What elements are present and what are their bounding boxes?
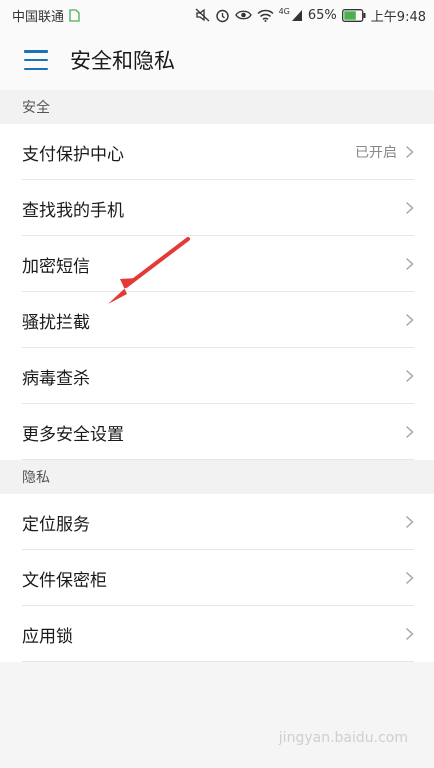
settings-row-label: 骚扰拦截 — [22, 312, 90, 333]
eye-icon — [234, 10, 252, 20]
settings-row-label: 定位服务 — [22, 514, 90, 535]
chevron-right-icon — [405, 257, 414, 271]
settings-row-label: 应用锁 — [22, 626, 73, 647]
chevron-right-icon — [405, 515, 414, 529]
settings-row[interactable]: 加密短信 — [0, 236, 434, 292]
battery-percent-label: 65% — [307, 7, 337, 23]
settings-row[interactable]: 骚扰拦截 — [0, 292, 434, 348]
wifi-icon — [257, 9, 274, 22]
settings-row[interactable]: 查找我的手机 — [0, 180, 434, 236]
settings-row-trailing — [405, 201, 414, 215]
settings-row[interactable]: 更多安全设置 — [0, 404, 434, 460]
section-header: 隐私 — [0, 460, 434, 494]
settings-row-trailing — [405, 369, 414, 383]
settings-row-label: 更多安全设置 — [22, 424, 124, 445]
sim-icon — [69, 8, 80, 22]
settings-row-label: 查找我的手机 — [22, 200, 124, 221]
chevron-right-icon — [405, 425, 414, 439]
status-text: 已开启 — [355, 145, 397, 161]
menu-icon[interactable] — [24, 50, 48, 70]
watermark: jingyan.baidu.com — [279, 730, 408, 746]
chevron-right-icon — [405, 145, 414, 159]
status-bar: 中国联通 4G 65% 上午9:48 — [0, 0, 434, 30]
chevron-right-icon — [405, 571, 414, 585]
settings-row-trailing: 已开启 — [355, 142, 414, 162]
chevron-right-icon — [405, 627, 414, 641]
alarm-icon — [215, 9, 229, 22]
chevron-right-icon — [405, 201, 414, 215]
settings-list: 支付保护中心 已开启查找我的手机 加密短信骚扰拦截病毒查杀更多安全设置 — [0, 124, 434, 460]
settings-row-label: 加密短信 — [22, 256, 90, 277]
clock-label: 上午9:48 — [370, 9, 426, 25]
settings-row[interactable]: 支付保护中心 已开启 — [0, 124, 434, 180]
carrier-label: 中国联通 — [12, 9, 65, 25]
settings-row[interactable]: 定位服务 — [0, 494, 434, 550]
chevron-right-icon — [405, 369, 414, 383]
battery-icon — [341, 8, 366, 22]
settings-row-trailing — [405, 425, 414, 439]
watermark-text: jingyan.baidu.com — [278, 730, 408, 746]
network-type-label: 4G — [278, 6, 290, 16]
settings-row-trailing — [405, 313, 414, 327]
settings-row-label: 文件保密柜 — [22, 570, 107, 591]
signal-icon — [291, 9, 302, 21]
settings-row-label: 病毒查杀 — [22, 368, 90, 389]
settings-list: 定位服务文件保密柜应用锁 — [0, 494, 434, 662]
settings-row-trailing — [405, 515, 414, 529]
chevron-right-icon — [405, 313, 414, 327]
settings-row-trailing — [405, 571, 414, 585]
settings-row[interactable]: 文件保密柜 — [0, 550, 434, 606]
page-title: 安全和隐私 — [70, 49, 175, 73]
settings-content: 安全 支付保护中心 已开启 查找我的手机 加密短信 骚扰拦截 病毒查杀 更多安全设置 隐私 定位服… — [0, 90, 434, 662]
settings-row-label: 支付保护中心 — [22, 144, 124, 165]
section-header: 安全 — [0, 90, 434, 124]
settings-row[interactable]: 病毒查杀 — [0, 348, 434, 404]
settings-row-trailing — [405, 627, 414, 641]
settings-row-trailing — [405, 257, 414, 271]
mute-icon — [195, 8, 210, 22]
app-bar: 安全和隐私 — [0, 30, 434, 90]
settings-row[interactable]: 应用锁 — [0, 606, 434, 662]
